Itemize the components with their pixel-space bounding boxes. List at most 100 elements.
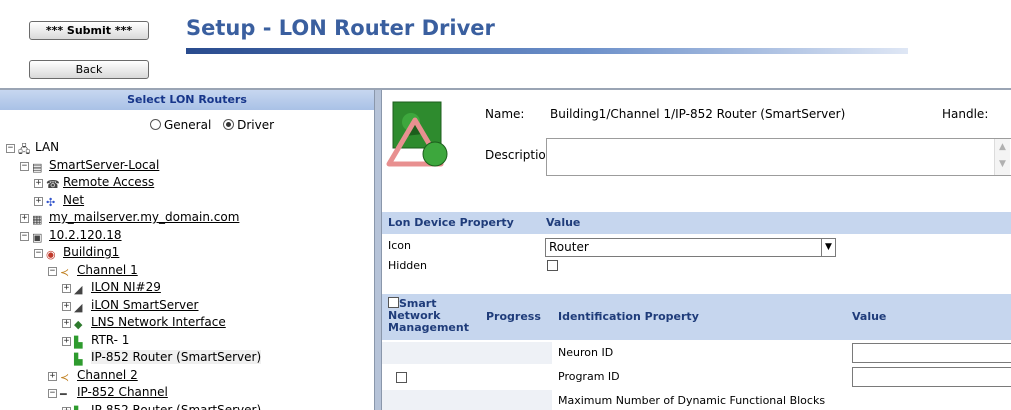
mode-radio-group: General Driver	[150, 118, 282, 132]
expand-icon[interactable]: +	[48, 371, 57, 381]
name-label: Name:	[485, 107, 525, 121]
program-id-input[interactable]	[852, 367, 1011, 387]
tree-node[interactable]: − ◉ Building1	[34, 244, 119, 261]
ip-channel-icon: ━	[60, 388, 67, 401]
tree-node-label[interactable]: Remote Access	[63, 175, 154, 189]
tree-node-label[interactable]: Net	[63, 193, 84, 207]
tree-node[interactable]: + ☎ Remote Access	[34, 174, 154, 191]
router-icon: ▙	[74, 353, 83, 366]
tree-node-label[interactable]: RTR- 1	[91, 333, 129, 347]
smart-mgmt-checkbox[interactable]	[388, 297, 399, 308]
title-underline	[186, 48, 908, 54]
expand-icon[interactable]: +	[62, 284, 71, 293]
tree-node-label[interactable]: ILON NI#29	[91, 280, 161, 294]
ident-row-label: Maximum Number of Dynamic Functional Blo…	[558, 394, 826, 407]
identification-table: Smart Network Management Progress Identi…	[382, 294, 1011, 410]
radio-driver-circle[interactable]	[223, 119, 235, 130]
scroll-down-icon[interactable]: ▼	[995, 156, 1010, 173]
description-scrollbar[interactable]: ▲ ▼	[994, 139, 1010, 175]
tree-node[interactable]: + ▦ my_mailserver.my_domain.com	[20, 209, 239, 226]
tree-pane-title: Select LON Routers	[0, 90, 374, 110]
pane-splitter[interactable]	[374, 90, 382, 410]
tree-node[interactable]: − 🖧 LAN	[6, 139, 59, 156]
radio-driver[interactable]: Driver	[223, 118, 274, 132]
tree-node-label[interactable]: 10.2.120.18	[49, 228, 122, 242]
scroll-up-icon[interactable]: ▲	[995, 139, 1010, 156]
computer-icon: ▣	[32, 230, 43, 244]
tree-node-label[interactable]: Channel 2	[77, 368, 138, 382]
smart-mgmt-label: Smart Network Management	[388, 297, 469, 334]
hidden-checkbox[interactable]	[547, 260, 558, 271]
router-icon: ▙	[74, 335, 83, 349]
tree-node[interactable]: + ✣ Net	[34, 192, 84, 209]
expand-icon[interactable]: +	[34, 196, 43, 206]
building-icon: ◉	[46, 248, 56, 261]
ident-row-label: Neuron ID	[558, 346, 614, 359]
tree-node-label[interactable]: LAN	[35, 140, 59, 154]
device-icon: ◢	[74, 283, 83, 296]
page-title: Setup - LON Router Driver	[186, 16, 495, 40]
tree-node[interactable]: − ▣ 10.2.120.18	[20, 227, 122, 244]
expand-icon[interactable]: +	[62, 301, 71, 311]
collapse-icon[interactable]: −	[48, 389, 57, 398]
ident-row-1-progress	[480, 342, 552, 364]
value-column-header: Value	[540, 212, 1011, 234]
network-icon: 🖧	[18, 143, 31, 156]
tree-node[interactable]: + ≺ Channel 2	[48, 367, 138, 384]
tree-node[interactable]: + ▙ RTR- 1	[62, 332, 129, 349]
tree-node[interactable]: ▙ IP-852 Router (SmartServer)	[62, 349, 262, 366]
tree-node-label[interactable]: LNS Network Interface	[91, 315, 226, 329]
description-field[interactable]	[546, 138, 1011, 176]
channel-icon: ≺	[60, 370, 70, 384]
radio-driver-label: Driver	[237, 118, 275, 132]
expand-icon[interactable]: +	[34, 179, 43, 188]
expand-icon[interactable]: +	[62, 336, 71, 346]
tree-node-label[interactable]: Building1	[63, 245, 119, 259]
expand-icon[interactable]: +	[62, 406, 71, 410]
collapse-icon[interactable]: −	[48, 266, 57, 276]
expand-icon[interactable]: +	[20, 214, 29, 223]
tree-node[interactable]: +▙IP-852 Router (SmartServer)	[62, 402, 261, 410]
neuron-id-input[interactable]	[852, 343, 1011, 363]
tree-node[interactable]: − ▤ SmartServer-Local	[20, 157, 159, 174]
program-id-checkbox[interactable]	[396, 372, 407, 383]
router-warning-icon	[386, 101, 448, 167]
expand-icon[interactable]: +	[62, 319, 71, 328]
server-icon: ▤	[32, 160, 43, 174]
collapse-icon[interactable]: −	[20, 161, 29, 171]
tree-node[interactable]: + ◢ ILON NI#29	[62, 279, 161, 296]
tree-node[interactable]: + ◢ iLON SmartServer	[62, 297, 198, 314]
radio-general-circle[interactable]	[150, 119, 161, 130]
tree-node-label[interactable]: IP-852 Router (SmartServer)	[91, 350, 262, 364]
submit-button[interactable]: *** Submit ***	[29, 21, 149, 40]
router-icon: ▙	[74, 406, 88, 410]
property-column-header: Lon Device Property	[382, 212, 540, 234]
tree-node[interactable]: + ◆ LNS Network Interface	[62, 314, 226, 331]
chevron-down-icon[interactable]: ▼	[821, 239, 835, 256]
ident-row-3-mgmt	[382, 390, 552, 410]
tree-node-label[interactable]: iLON SmartServer	[91, 298, 198, 312]
tree-node-label[interactable]: SmartServer-Local	[49, 158, 159, 172]
tree-node-label[interactable]: Channel 1	[77, 263, 138, 277]
ident-row-label: Program ID	[558, 370, 620, 383]
icon-select-value: Router	[549, 240, 589, 254]
ident-value-header: Value	[846, 294, 1011, 340]
smart-mgmt-header: Smart Network Management	[382, 294, 480, 340]
tree-node-label[interactable]: IP-852 Channel	[77, 385, 168, 399]
tree-node[interactable]: − ━ IP-852 Channel	[48, 384, 168, 401]
icon-property-label: Icon	[388, 239, 411, 252]
net-icon: ✣	[46, 195, 56, 209]
router-tree-pane: Select LON Routers General Driver − 🖧 LAN −…	[0, 90, 374, 410]
tree-node-label[interactable]: IP-852 Router (SmartServer)	[91, 403, 261, 410]
tree-node[interactable]: − ≺ Channel 1	[48, 262, 138, 279]
collapse-icon[interactable]: −	[6, 144, 15, 153]
tree-node-label[interactable]: my_mailserver.my_domain.com	[49, 210, 239, 224]
icon-select[interactable]: Router ▼	[545, 238, 836, 257]
identification-header: Identification Property	[552, 294, 846, 340]
progress-header: Progress	[480, 294, 552, 340]
back-button[interactable]: Back	[29, 60, 149, 79]
radio-general-label: General	[164, 118, 212, 132]
collapse-icon[interactable]: −	[34, 249, 43, 258]
collapse-icon[interactable]: −	[20, 231, 29, 241]
radio-general[interactable]: General	[150, 118, 211, 132]
